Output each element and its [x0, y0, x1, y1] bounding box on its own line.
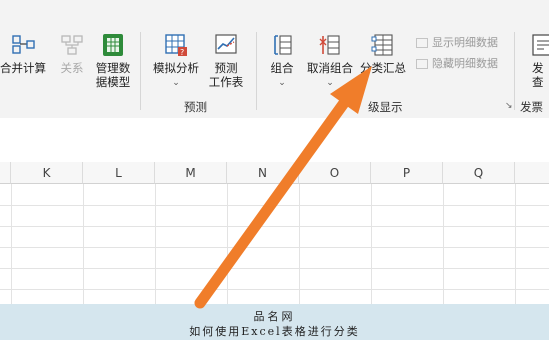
pointer-arrow-icon [194, 66, 372, 309]
